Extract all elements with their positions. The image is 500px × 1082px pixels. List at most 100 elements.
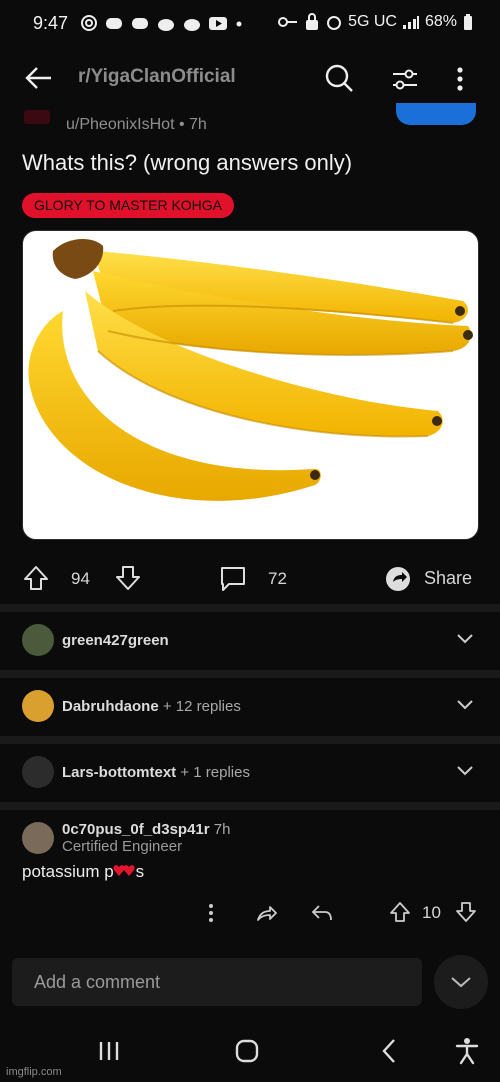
collapsed-comment[interactable]: green427green [0,612,500,668]
post-age: 7h [189,116,207,133]
comment-header: 0c70pus_0f_d3sp41r 7h [62,821,230,838]
sort-filter-button[interactable] [388,62,422,96]
reply-button[interactable] [310,901,334,925]
home-icon [235,1039,259,1063]
add-comment-input[interactable]: Add a comment [12,958,422,1006]
chevron-down-icon [457,766,473,776]
comment-body: potassium ps [22,862,144,882]
banana-bunch-image [28,239,473,501]
reddit-icon [158,19,174,31]
sliders-icon [393,69,417,90]
scroll-next-button[interactable] [434,955,488,1009]
section-divider [0,736,500,744]
notification-icons [80,14,244,32]
expand-button[interactable] [456,698,474,717]
reply-count: + 1 replies [180,764,250,781]
upvote-arrow-icon [390,902,410,922]
meta-separator: • [178,116,190,133]
comment-upvote-button[interactable] [388,900,412,924]
post-actions: 94 72 Share [0,556,500,600]
post-meta: u/PheonixIsHot • 7h [66,116,207,134]
downvote-button[interactable] [114,564,142,592]
threads-icon [81,15,97,31]
comment-share-button[interactable] [255,901,279,925]
comment-count: 72 [268,569,287,588]
discord-icon [106,18,122,29]
more-vertical-icon [457,67,463,91]
recents-icon [99,1042,119,1060]
app-bar: r/YigaClanOfficial [0,50,500,106]
upvote-arrow-icon [24,566,48,590]
recent-apps-button[interactable] [94,1038,124,1064]
commenter-avatar[interactable] [22,822,54,854]
status-right: 5G UC 68% [277,13,474,31]
reply-count: + 12 replies [162,698,241,715]
comment-downvote-button[interactable] [454,900,478,924]
chevron-down-icon [451,977,471,988]
author-avatar[interactable] [24,110,50,124]
avatar [22,756,54,788]
accessibility-icon [455,1038,479,1065]
upvote-button[interactable] [22,564,50,592]
discord-icon-2 [132,18,148,29]
comment-username[interactable]: Dabruhdaone [62,698,159,715]
battery-icon [464,14,472,30]
clock: 9:47 [33,13,69,33]
avatar [22,624,54,656]
comment-username[interactable]: 0c70pus_0f_d3sp41r [62,821,210,838]
share-icon [386,567,410,591]
more-vertical-icon [209,904,213,922]
comment-vote-count: 10 [422,903,441,922]
section-divider [0,802,500,810]
comment-placeholder: Add a comment [34,972,161,992]
back-button[interactable] [22,62,54,94]
avatar [22,690,54,722]
comment-username-wrap: Lars-bottomtext + 1 replies [62,764,250,781]
heart-sticker-icon [113,864,136,881]
alarm-icon [327,16,342,30]
comment-text-start: potassium p [22,862,114,881]
share-icon-wrap[interactable] [383,564,413,594]
downvote-arrow-icon [116,566,140,590]
comment-username-wrap: Dabruhdaone + 12 replies [62,698,241,715]
chevron-down-icon [457,700,473,710]
forward-share-icon [257,906,277,921]
share-button[interactable]: Share [424,568,472,589]
collapsed-comment[interactable]: Dabruhdaone + 12 replies [0,678,500,734]
join-button[interactable] [396,103,476,125]
battery-percent: 68% [424,13,457,30]
downvote-arrow-icon [456,902,476,922]
vote-count: 94 [71,569,90,588]
collapsed-comment[interactable]: Lars-bottomtext + 1 replies [0,744,500,800]
subreddit-title[interactable]: r/YigaClanOfficial [78,66,236,88]
overflow-menu-button[interactable] [450,62,470,96]
comment-more-button[interactable] [205,902,217,924]
expand-button[interactable] [456,764,474,783]
comment-bubble-icon [221,567,245,591]
post-image[interactable] [22,230,479,540]
post-title: Whats this? (wrong answers only) [22,150,353,175]
post-author[interactable]: u/PheonixIsHot [66,116,175,133]
comment-age: 7h [213,821,231,838]
status-bar: 9:47 5G UC 68% [0,0,500,50]
vpn-key-icon [278,17,298,27]
user-flair: Certified Engineer [62,838,183,855]
search-icon [325,64,353,92]
dot-icon [236,21,242,27]
section-divider [0,604,500,612]
search-button[interactable] [322,61,356,95]
back-chevron-icon [382,1039,395,1063]
youtube-icon [209,17,227,30]
comment-username[interactable]: Lars-bottomtext [62,764,176,781]
home-button[interactable] [232,1036,262,1066]
watermark: imgflip.com [6,1066,62,1078]
comments-button[interactable] [218,564,248,594]
post-flair[interactable]: GLORY TO MASTER KOHGA [22,193,235,218]
back-arrow-icon [25,67,51,89]
comment-username[interactable]: green427green [62,632,169,649]
chevron-down-icon [457,634,473,644]
signal-icon [402,16,419,29]
accessibility-button[interactable] [452,1036,482,1066]
expand-button[interactable] [456,632,474,651]
system-back-button[interactable] [374,1036,404,1066]
